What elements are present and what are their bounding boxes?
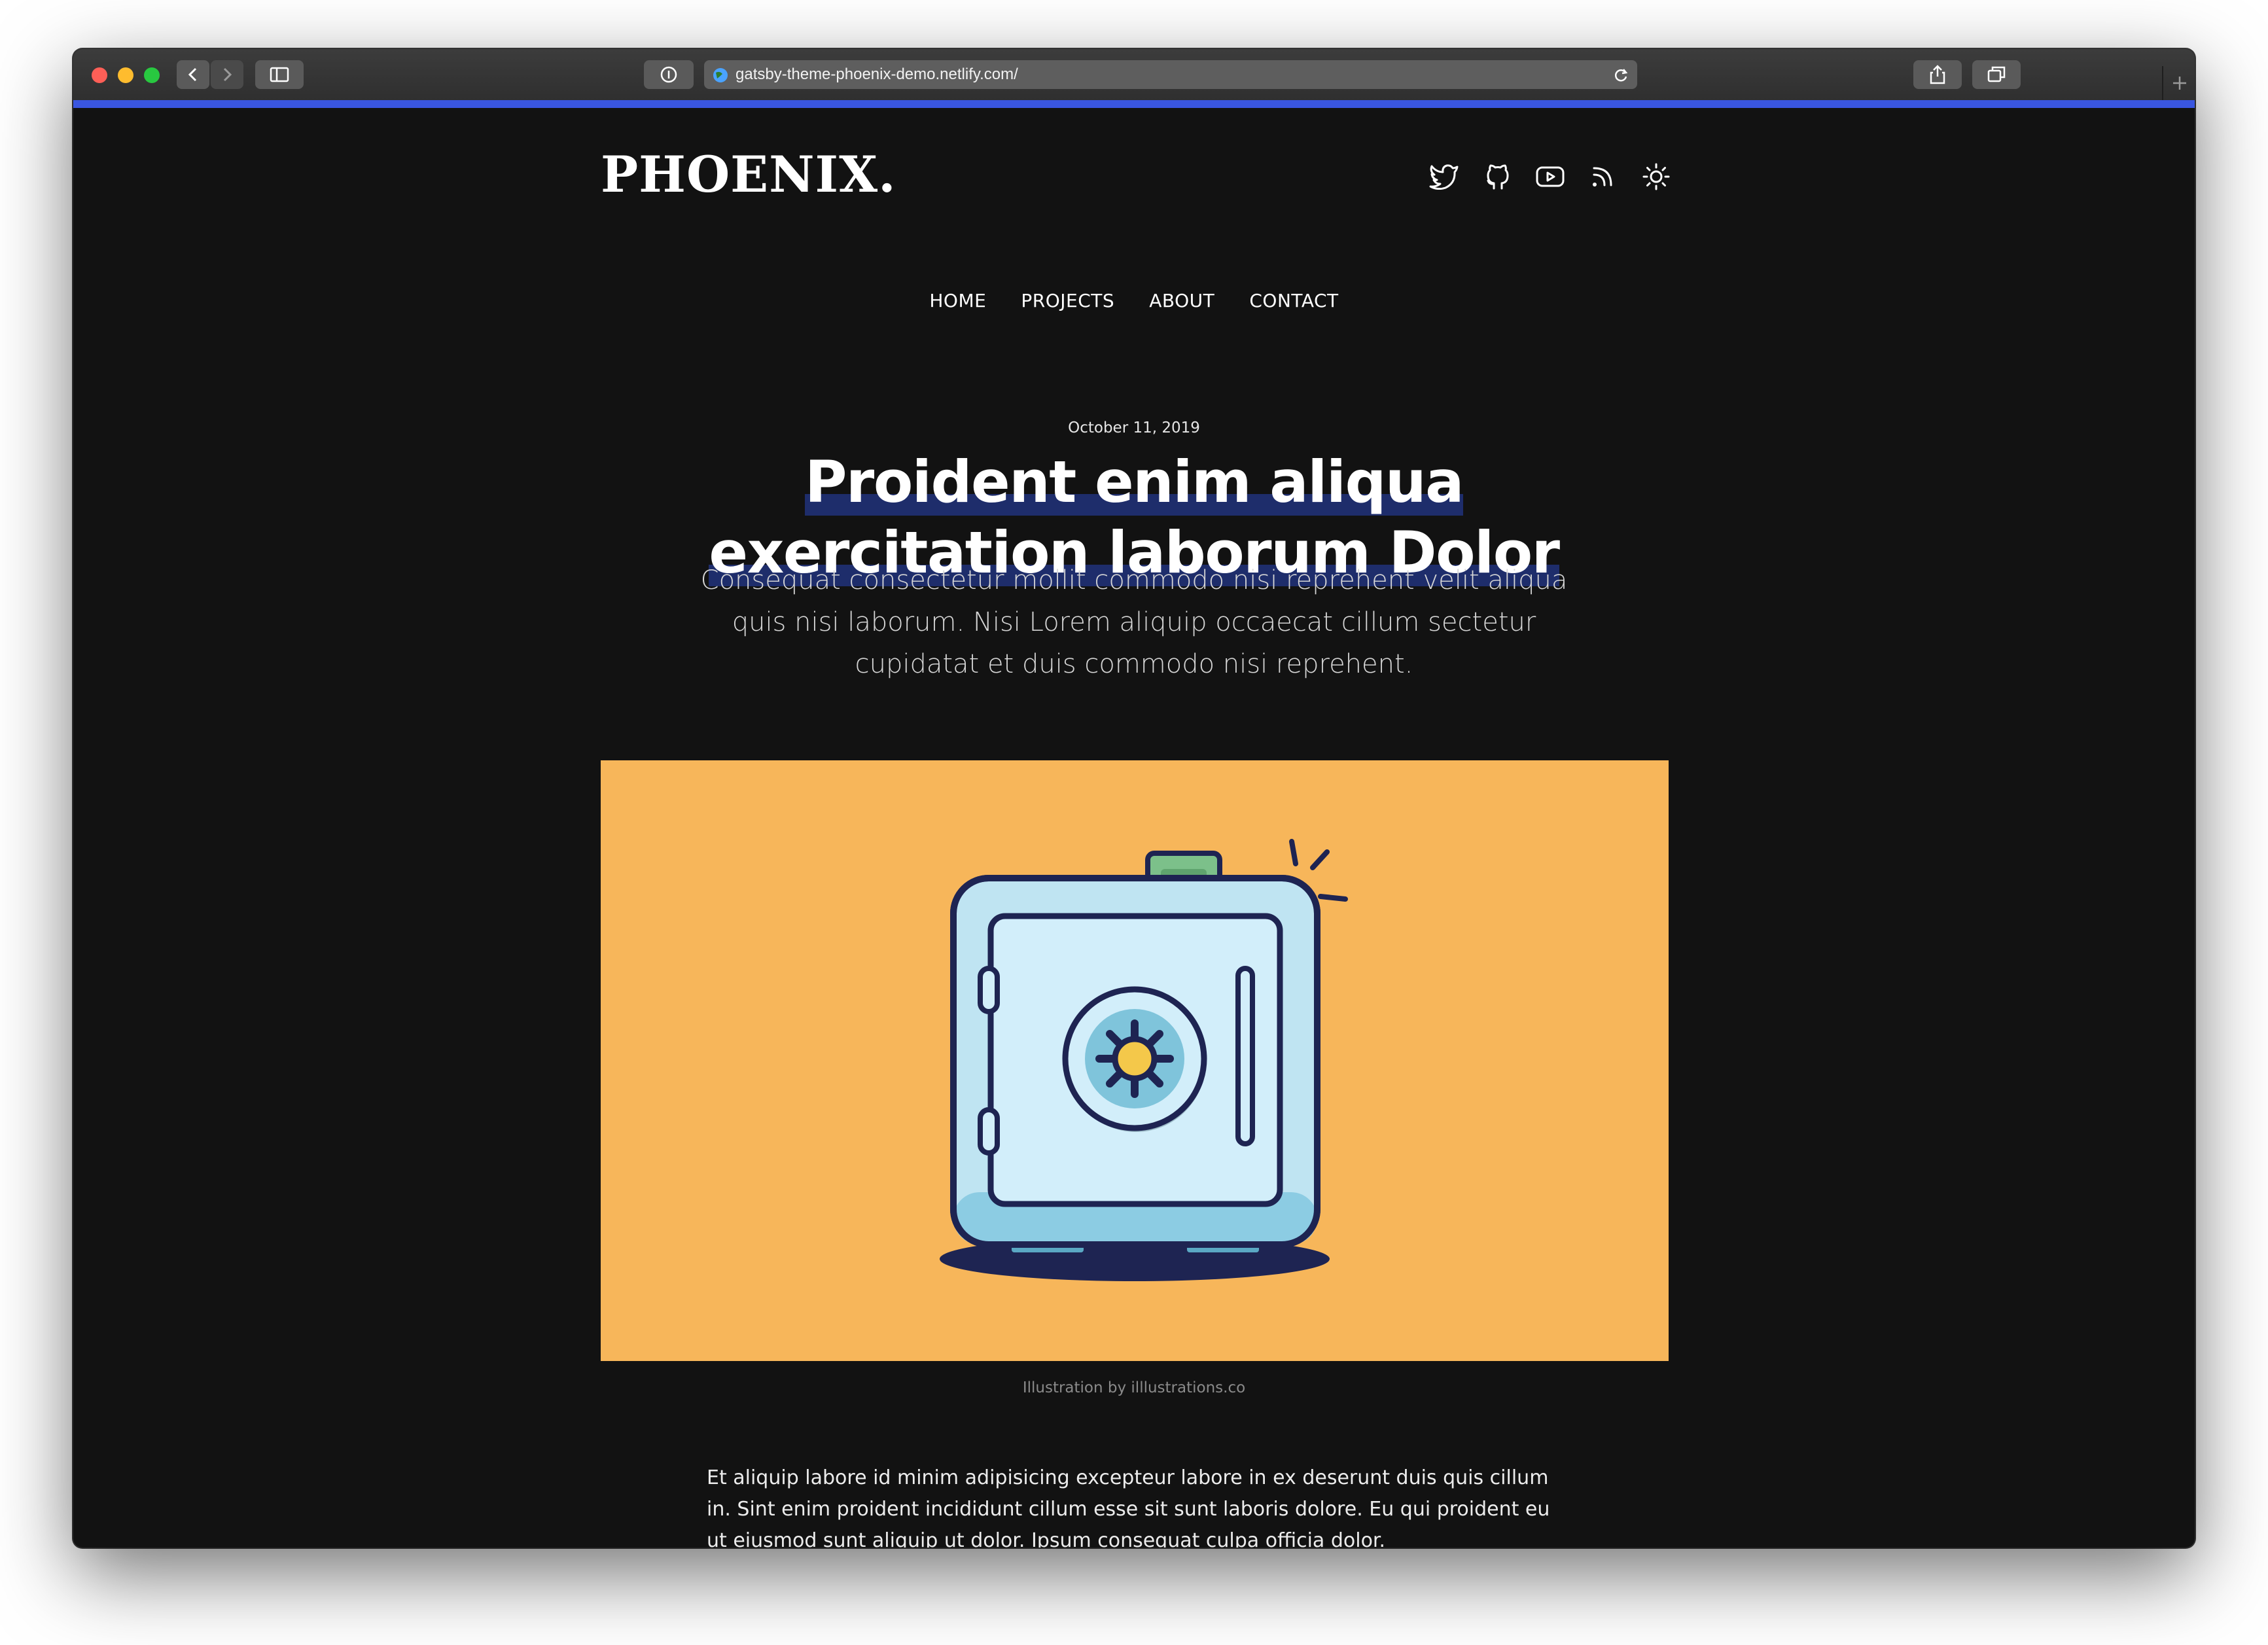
zoom-window-button[interactable]	[144, 67, 160, 83]
nav-projects[interactable]: PROJECTS	[1021, 290, 1114, 311]
github-link[interactable]	[1480, 159, 1515, 194]
chevron-right-icon	[223, 67, 232, 82]
back-button[interactable]	[177, 60, 209, 89]
new-tab-button[interactable]	[2162, 66, 2195, 100]
main-nav: HOME PROJECTS ABOUT CONTACT	[73, 290, 2195, 311]
twitter-link[interactable]	[1426, 159, 1462, 194]
post-date: October 11, 2019	[1068, 419, 1200, 436]
forward-button[interactable]	[211, 60, 243, 89]
browser-window: gatsby-theme-phoenix-demo.netlify.com/ P…	[73, 49, 2195, 1548]
close-window-button[interactable]	[92, 67, 107, 83]
rss-icon	[1593, 167, 1612, 186]
address-bar[interactable]: gatsby-theme-phoenix-demo.netlify.com/	[704, 60, 1637, 89]
rss-link[interactable]	[1585, 159, 1620, 194]
privacy-report-button[interactable]	[644, 60, 694, 89]
hero-caption: Illustration by illlustrations.co	[1022, 1379, 1246, 1396]
hero-image	[601, 760, 1669, 1361]
share-button[interactable]	[1913, 60, 1962, 89]
url-text: gatsby-theme-phoenix-demo.netlify.com/	[735, 65, 1018, 83]
nav-home[interactable]: HOME	[929, 290, 986, 311]
nav-about[interactable]: ABOUT	[1149, 290, 1214, 311]
youtube-link[interactable]	[1533, 159, 1568, 194]
plus-icon	[2173, 77, 2186, 90]
chevron-left-icon	[188, 67, 197, 82]
github-icon	[1487, 164, 1509, 190]
youtube-icon	[1536, 166, 1565, 187]
share-icon	[1930, 65, 1945, 84]
sun-icon	[1642, 163, 1670, 190]
site-logo[interactable]: PHOENIX.	[601, 142, 896, 207]
browser-toolbar: gatsby-theme-phoenix-demo.netlify.com/	[73, 49, 2195, 101]
minimize-window-button[interactable]	[118, 67, 133, 83]
privacy-shield-icon	[660, 66, 677, 83]
tabs-overview-button[interactable]	[1972, 60, 2021, 89]
nav-contact[interactable]: CONTACT	[1249, 290, 1338, 311]
twitter-icon	[1429, 164, 1459, 190]
reload-icon[interactable]	[1612, 67, 1629, 84]
theme-toggle-button[interactable]	[1639, 159, 1674, 194]
globe-icon	[713, 68, 728, 82]
post-body-paragraph: Et aliquip labore id minim adipisicing e…	[707, 1466, 1550, 1548]
sidebar-icon	[270, 67, 289, 82]
tabs-icon	[1987, 66, 2006, 82]
sidebar-toggle-button[interactable]	[255, 60, 304, 89]
page-load-progress-bar	[73, 100, 2195, 108]
post-title-line-1: Proident enim aliqua	[804, 448, 1464, 516]
safe-illustration	[940, 839, 1348, 1281]
post-subtitle: Consequat consectetur mollit commodo nis…	[700, 565, 1568, 679]
